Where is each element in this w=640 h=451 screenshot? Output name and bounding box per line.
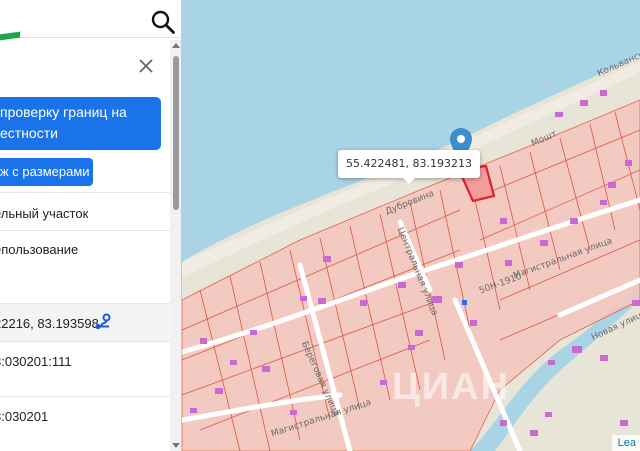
location-marker — [462, 300, 467, 305]
info-row-usage: епользование — [0, 230, 170, 303]
panel-scrollbar[interactable] — [170, 40, 181, 451]
search-icon[interactable] — [150, 9, 176, 35]
scroll-down-arrow-icon[interactable] — [172, 443, 180, 448]
search-bar[interactable] — [0, 0, 181, 41]
info-row-cadastral-quarter: 3:030201 — [0, 396, 170, 451]
info-row-label: 3:030201 — [0, 409, 49, 424]
info-row-label: 3:030201:111 — [0, 354, 72, 369]
info-row-cadastral-number: 3:030201:111 — [0, 341, 170, 396]
close-icon[interactable] — [136, 56, 156, 76]
scroll-up-arrow-icon[interactable] — [172, 43, 180, 48]
info-row-coordinates: 22216, 83.193598 — [0, 303, 170, 341]
watermark: ЦИАН — [392, 366, 510, 408]
route-icon[interactable] — [94, 313, 112, 331]
side-panel: проверку границ на естности ж с размерам… — [0, 0, 182, 451]
info-row-label: 22216, 83.193598 — [0, 316, 99, 331]
boundary-check-button[interactable]: проверку границ на естности — [0, 97, 161, 150]
info-row-label: ельный участок — [0, 206, 89, 221]
search-bar-accent — [0, 31, 20, 41]
coordinates-popup: 55.422481, 83.193213 — [338, 150, 480, 184]
info-row-category: ельный участок — [0, 192, 170, 230]
info-row-label: епользование — [0, 242, 79, 257]
drawing-with-dimensions-button[interactable]: ж с размерами — [0, 158, 93, 186]
scrollbar-thumb[interactable] — [173, 56, 179, 210]
map-attribution[interactable]: Lea — [611, 435, 640, 451]
